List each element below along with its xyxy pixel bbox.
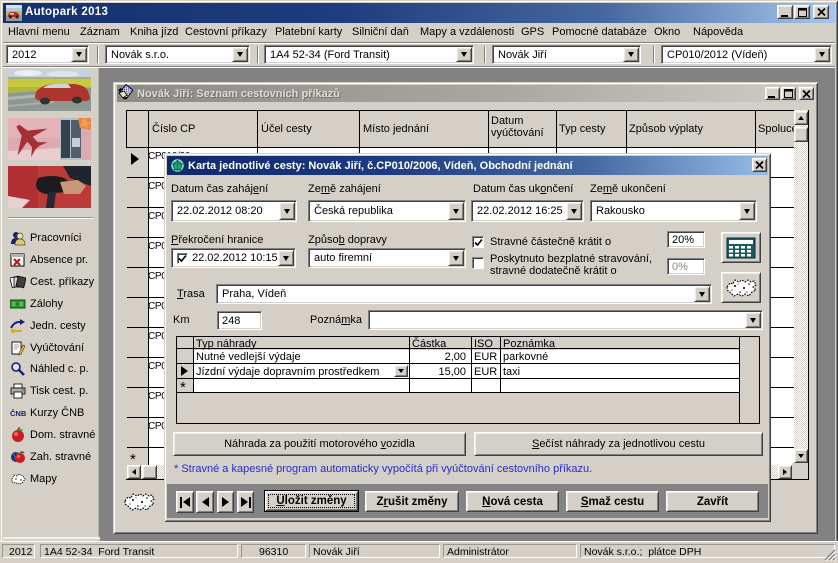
svg-text:ČNB: ČNB: [10, 409, 26, 418]
